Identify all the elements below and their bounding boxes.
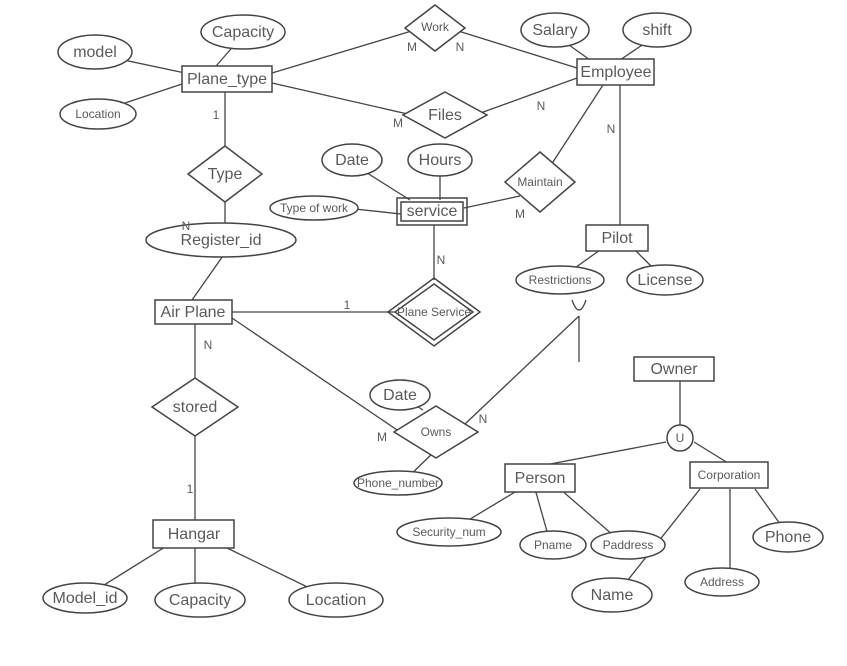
card-type-n: N [182, 219, 191, 233]
date-own-label: Date [383, 387, 417, 404]
model-id-label: Model_id [53, 590, 118, 607]
attr-location-pt: Location [60, 99, 136, 129]
attr-date-svc: Date [322, 144, 382, 176]
maintain-label: Maintain [517, 175, 562, 189]
address-corp-label: Address [700, 575, 744, 589]
attr-restrictions: Restrictions [516, 266, 604, 294]
shift-label: shift [642, 22, 672, 39]
attr-model-id: Model_id [43, 583, 127, 613]
work-label: Work [421, 20, 450, 34]
er-diagram: Plane_type Employee service Pilot Air Pl… [0, 0, 847, 666]
attr-paddress: Paddress [591, 531, 665, 559]
card-files-n: N [537, 99, 546, 113]
location-pt-label: Location [75, 107, 120, 121]
location-h-label: Location [306, 592, 367, 609]
phone-number-label: Phone_number [357, 476, 439, 490]
card-stored-1: 1 [187, 482, 194, 496]
attr-capacity-pt: Capacity [201, 15, 285, 49]
security-num-label: Security_num [412, 525, 485, 539]
owns-label: Owns [421, 425, 452, 439]
service-label: service [407, 203, 458, 220]
rel-plane-service-weak: Plane Service [388, 278, 480, 346]
attr-capacity-h: Capacity [155, 583, 245, 617]
card-maintain-m: M [515, 207, 525, 221]
attr-date-own: Date [370, 380, 430, 410]
card-ps-1: 1 [344, 298, 351, 312]
name-corp-label: Name [591, 587, 634, 604]
entity-employee: Employee [577, 59, 654, 85]
rel-type: Type [188, 146, 262, 202]
attr-shift: shift [623, 13, 691, 47]
attr-security-num: Security_num [397, 518, 501, 546]
entity-hangar: Hangar [153, 520, 234, 548]
attr-type-of-work: Type of work [270, 196, 358, 220]
attr-name-corp: Name [572, 578, 652, 612]
attr-license: License [627, 265, 703, 295]
pilot-label: Pilot [601, 230, 633, 247]
attr-salary: Salary [521, 13, 589, 47]
entity-corporation: Corporation [690, 462, 768, 488]
corporation-label: Corporation [698, 468, 761, 482]
rel-files: Files [403, 92, 487, 138]
entity-owner: Owner [634, 357, 714, 381]
paddress-label: Paddress [603, 538, 654, 552]
card-maintain-n: N [607, 122, 616, 136]
capacity-pt-label: Capacity [212, 24, 274, 41]
owner-label: Owner [650, 361, 698, 378]
hours-label: Hours [419, 152, 462, 169]
entity-plane-type: Plane_type [182, 66, 272, 92]
employee-label: Employee [580, 64, 651, 81]
attr-pname: Pname [520, 531, 586, 559]
air-plane-label: Air Plane [161, 304, 226, 321]
attr-location-h: Location [289, 583, 383, 617]
salary-label: Salary [532, 22, 577, 39]
files-label: Files [428, 107, 462, 124]
card-work-n: N [456, 40, 465, 54]
model-label: model [73, 44, 117, 61]
pname-label: Pname [534, 538, 572, 552]
register-id-label: Register_id [181, 232, 262, 249]
card-ps-n: N [437, 253, 446, 267]
plane-service-label: Plane Service [397, 305, 471, 319]
attr-phone-corp: Phone [753, 522, 823, 552]
plane-type-label: Plane_type [187, 71, 267, 88]
rel-maintain: Maintain [505, 152, 575, 212]
phone-corp-label: Phone [765, 529, 811, 546]
license-label: License [637, 272, 692, 289]
card-stored-n: N [204, 338, 213, 352]
type-of-work-label: Type of work [280, 201, 349, 215]
person-label: Person [515, 470, 566, 487]
entity-person: Person [505, 464, 575, 492]
card-owns-n: N [479, 412, 488, 426]
union-label: U [676, 431, 685, 445]
stored-label: stored [173, 399, 217, 416]
attr-register-id: Register_id [146, 223, 296, 257]
card-files-m: M [393, 116, 403, 130]
entity-air-plane: Air Plane [155, 300, 232, 324]
card-work-m: M [407, 40, 417, 54]
type-label: Type [208, 166, 243, 183]
entity-service-weak: service [397, 198, 467, 225]
attr-phone-number: Phone_number [354, 471, 442, 495]
rel-stored: stored [152, 378, 238, 436]
rel-owns: Owns [394, 406, 478, 458]
date-svc-label: Date [335, 152, 369, 169]
hangar-label: Hangar [168, 526, 221, 543]
attr-address-corp: Address [685, 568, 759, 596]
rel-union: U [667, 425, 693, 451]
card-type-1: 1 [213, 108, 220, 122]
entity-pilot: Pilot [586, 225, 648, 251]
card-owns-m: M [377, 430, 387, 444]
attr-model: model [58, 35, 132, 69]
attr-hours: Hours [408, 144, 472, 176]
capacity-h-label: Capacity [169, 592, 231, 609]
restrictions-label: Restrictions [529, 273, 592, 287]
